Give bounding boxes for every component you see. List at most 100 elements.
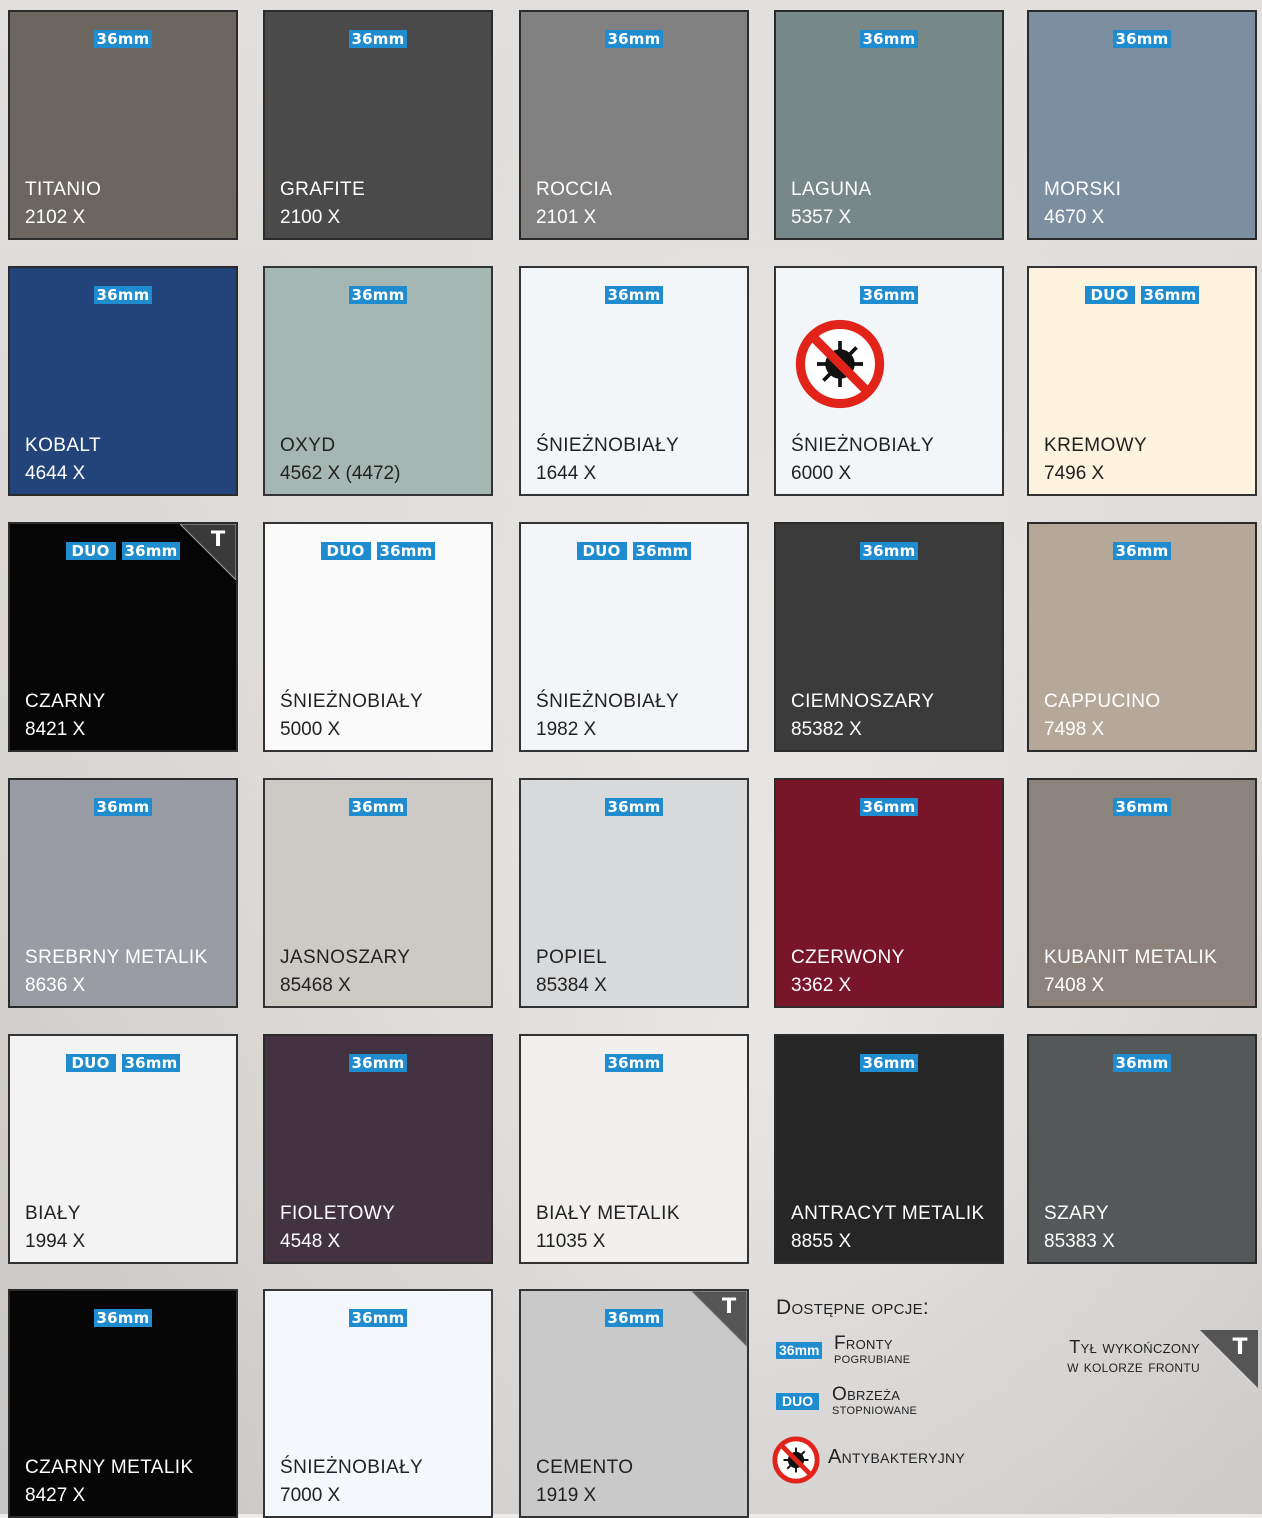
swatch-code: 2101 X [536,207,597,228]
swatch-code: 2100 X [280,207,341,228]
swatch-name: JASNOSZARY [280,947,411,968]
swatch-code: 3362 X [791,975,852,996]
badge-36mm: 36mm [604,286,664,304]
badge-36mm: 36mm [859,1054,919,1072]
badge-36mm: 36mm [348,1054,408,1072]
swatch-badges: 36mm [10,798,236,816]
swatch: 36mm CIEMNOSZARY 85382 X [774,522,1004,752]
swatch: 36mm ROCCIA 2101 X [519,10,749,240]
swatch-name: ŚNIEŻNOBIAŁY [280,1457,424,1478]
badge-36mm: 36mm [859,798,919,816]
swatch-badges: 36mm [776,1054,1002,1072]
badge-36mm: 36mm [632,542,692,560]
swatch: 36mm POPIEL 85384 X [519,778,749,1008]
swatch-name: CZERWONY [791,947,905,968]
swatch-code: 2102 X [25,207,86,228]
badge-36mm: 36mm [604,1309,664,1327]
swatch-code: 1919 X [536,1485,597,1506]
swatch-code: 85468 X [280,975,351,996]
swatch-name: CEMENTO [536,1457,634,1478]
legend-title: Dostępne opcje: [776,1296,930,1319]
badge-36mm: 36mm [376,542,436,560]
swatch-badges: 36mm [776,30,1002,48]
swatch: 36mm SZARY 85383 X [1027,1034,1257,1264]
swatch: 36mm LAGUNA 5357 X [774,10,1004,240]
swatch-badges: 36mm [521,30,747,48]
badge-36mm: 36mm [93,30,153,48]
badge-36mm: 36mm [121,542,181,560]
swatch-badges: 36mm [10,1309,236,1327]
legend-antibacterial-label: Antybakteryjny [828,1446,966,1468]
swatch-name: KOBALT [25,435,101,456]
badge-36mm: 36mm [604,1054,664,1072]
swatch-badges: 36mm [776,542,1002,560]
swatch-name: SREBRNY METALIK [25,947,208,968]
swatch-name: ŚNIEŻNOBIAŁY [280,691,424,712]
antibacterial-icon [772,1436,820,1484]
swatch-badges: DUO 36mm [1029,286,1255,304]
swatch-name: SZARY [1044,1203,1110,1224]
swatch-badges: 36mm [265,798,491,816]
swatch-code: 8427 X [25,1485,86,1506]
swatch-code: 1982 X [536,719,597,740]
swatch: DUO 36mm ŚNIEŻNOBIAŁY 5000 X [263,522,493,752]
swatch-name: ŚNIEŻNOBIAŁY [536,435,680,456]
swatch-name: OXYD [280,435,336,456]
swatch-code: 4562 X (4472) [280,463,401,484]
svg-text:T: T [722,1294,737,1318]
swatch: 36mm BIAŁY METALIK 11035 X [519,1034,749,1264]
swatch-code: 8636 X [25,975,86,996]
swatch-code: 85383 X [1044,1231,1115,1252]
t-corner-icon: T [180,524,236,580]
swatch-badges: 36mm [521,1054,747,1072]
swatch: 36mm CAPPUCINO 7498 X [1027,522,1257,752]
swatch-badges: DUO 36mm [521,542,747,560]
swatch-code: 11035 X [536,1231,606,1252]
badge-36mm: 36mm [776,1342,823,1359]
legend: Dostępne opcje: 36mm Fronty pogrubiane D… [770,1290,1260,1514]
badge-36mm: 36mm [348,286,408,304]
swatch-code: 85382 X [791,719,862,740]
swatch-name: FIOLETOWY [280,1203,396,1224]
swatch: 36mm MORSKI 4670 X [1027,10,1257,240]
swatch: 36mm ŚNIEŻNOBIAŁY 6000 X [774,266,1004,496]
swatch-code: 7498 X [1044,719,1105,740]
swatch: 36mm OXYD 4562 X (4472) [263,266,493,496]
badge-36mm: 36mm [859,542,919,560]
badge-36mm: 36mm [1112,798,1172,816]
swatch-badges: DUO 36mm [265,542,491,560]
swatch-name: CZARNY METALIK [25,1457,194,1478]
badge-duo: DUO [576,542,627,560]
swatch-code: 7408 X [1044,975,1105,996]
svg-text:T: T [211,527,226,551]
swatch-name: GRAFITE [280,179,366,200]
badge-36mm: 36mm [1112,1054,1172,1072]
swatch: DUO 36mm ŚNIEŻNOBIAŁY 1982 X [519,522,749,752]
swatch-code: 8855 X [791,1231,852,1252]
legend-tyl-sublabel: w kolorze frontu [1067,1357,1200,1376]
badge-duo: DUO [776,1393,820,1410]
legend-tyl-label: Tył wykończony [1069,1337,1200,1357]
swatch-name: LAGUNA [791,179,872,200]
t-letter: T [1232,1335,1247,1360]
swatch: 36mm CZARNY METALIK 8427 X [8,1289,238,1518]
badge-36mm: 36mm [859,30,919,48]
legend-item-antibacterial: Antybakteryjny [772,1436,965,1489]
swatch-name: CAPPUCINO [1044,691,1161,712]
swatch-name: ŚNIEŻNOBIAŁY [536,691,680,712]
swatch: 36mm KUBANIT METALIK 7408 X [1027,778,1257,1008]
swatch-badges: 36mm [776,798,1002,816]
swatch-badges: 36mm [265,286,491,304]
swatch-code: 7000 X [280,1485,341,1506]
swatch-code: 4548 X [280,1231,341,1252]
swatch-name: MORSKI [1044,179,1122,200]
swatch-code: 6000 X [791,463,852,484]
swatch-code: 7496 X [1044,463,1105,484]
swatch-name: CZARNY [25,691,106,712]
swatch-code: 5000 X [280,719,341,740]
badge-duo: DUO [320,542,371,560]
swatch: DUO 36mm T CZARNY 8421 X [8,522,238,752]
swatch: 36mm JASNOSZARY 85468 X [263,778,493,1008]
swatch-name: ANTRACYT METALIK [791,1203,985,1224]
swatch-code: 4670 X [1044,207,1105,228]
